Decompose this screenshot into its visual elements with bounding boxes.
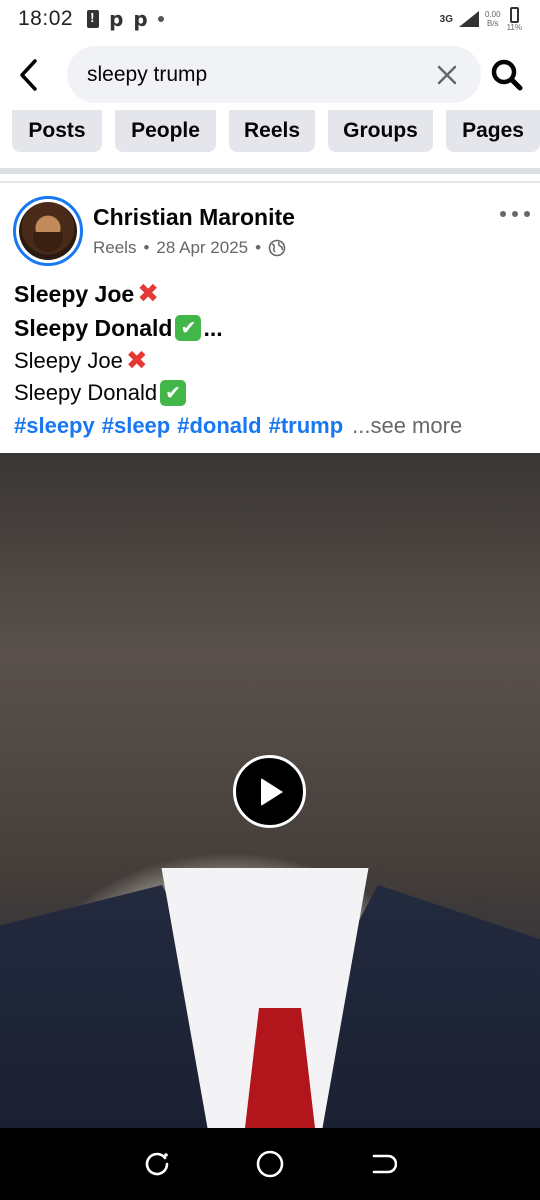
post-source[interactable]: Reels [93, 238, 136, 258]
truncation-ellipsis: ... [203, 315, 223, 341]
battery: 11% [506, 6, 522, 32]
post-line: Sleepy Donald ✔ [14, 377, 529, 409]
network-type: 3G [439, 13, 453, 25]
system-nav-bar [0, 1128, 540, 1200]
hashtag-link[interactable]: #sleepy [14, 409, 95, 443]
search-icon [491, 59, 523, 91]
section-divider [0, 181, 540, 183]
post-meta: Reels • 28 Apr 2025 • [93, 238, 286, 258]
recent-apps-icon [145, 1152, 168, 1176]
battery-percent: 11% [506, 22, 522, 32]
more-dots-icon [500, 211, 530, 217]
see-more-link[interactable]: ...see more [352, 409, 462, 443]
reel-video[interactable] [0, 453, 540, 1128]
play-button[interactable] [233, 755, 306, 828]
status-time: 18:02 [18, 7, 74, 30]
post-line: Sleepy Joe ✖ [14, 277, 529, 311]
tab-pages[interactable]: Pages [446, 110, 540, 152]
p-app-icon: p [133, 7, 148, 31]
author-name[interactable]: Christian Maronite [93, 204, 295, 231]
hashtag-link[interactable]: #sleep [102, 409, 171, 443]
system-icons: 3G 0.00 B/s 11% [439, 6, 522, 32]
section-divider [0, 168, 540, 174]
globe-icon [268, 239, 286, 257]
tab-posts[interactable]: Posts [12, 110, 102, 152]
post-text: Sleepy Joe ✖ Sleepy Donald ✔ ... Sleepy … [14, 277, 529, 443]
post-date[interactable]: 28 Apr 2025 [156, 238, 248, 258]
more-notifications-icon [157, 16, 164, 22]
search-filter-tabs: Posts People Reels Groups Pages [12, 110, 540, 152]
avatar-image [19, 202, 77, 260]
recent-apps-button[interactable] [137, 1144, 177, 1184]
home-button[interactable] [250, 1144, 290, 1184]
tab-groups[interactable]: Groups [328, 110, 433, 152]
post-line: Sleepy Joe ✖ [14, 345, 529, 377]
tab-reels[interactable]: Reels [229, 110, 315, 152]
status-bar: 18:02 p p 3G 0.00 B/s 11% [0, 0, 540, 38]
check-mark-icon: ✔ [175, 315, 202, 341]
clear-search-button[interactable] [425, 53, 469, 97]
check-mark-icon: ✔ [160, 380, 187, 406]
signal-icon [459, 11, 479, 27]
post-line-text: Sleepy Donald [14, 315, 173, 341]
back-nav-button[interactable] [363, 1144, 403, 1184]
post-line: Sleepy Donald ✔ ... [14, 311, 529, 345]
sim-alert-icon [87, 10, 100, 28]
search-header: sleepy trump [0, 46, 540, 104]
data-speed-unit: B/s [487, 19, 499, 28]
search-query[interactable]: sleepy trump [87, 63, 425, 87]
cross-mark-icon: ✖ [137, 279, 159, 309]
hashtag-link[interactable]: #donald [177, 409, 261, 443]
search-button[interactable] [486, 54, 528, 96]
author-avatar[interactable] [13, 196, 83, 266]
post-line-text: Sleepy Donald [14, 380, 158, 405]
hashtag-link[interactable]: #trump [269, 409, 344, 443]
back-nav-icon [373, 1154, 398, 1174]
meta-separator: • [143, 238, 150, 257]
post-line-text: Sleepy Joe [14, 281, 135, 307]
data-speed: 0.00 B/s [485, 10, 501, 28]
tab-people[interactable]: People [115, 110, 216, 152]
close-icon [437, 65, 457, 84]
meta-separator: • [255, 238, 262, 257]
battery-icon [509, 6, 519, 23]
home-circle-icon [256, 1150, 284, 1178]
more-options-button[interactable] [497, 202, 533, 226]
p-app-icon: p [109, 7, 124, 31]
post-header: Christian Maronite Reels • 28 Apr 2025 • [13, 196, 533, 266]
notification-icons: p p [87, 7, 164, 31]
post-line-text: Sleepy Joe [14, 348, 123, 373]
hashtag-row: #sleepy #sleep #donald #trump ...see mor… [14, 409, 529, 443]
back-arrow-icon [20, 59, 37, 91]
back-button[interactable] [0, 46, 58, 104]
search-input[interactable]: sleepy trump [67, 46, 481, 103]
data-speed-value: 0.00 [485, 10, 501, 19]
cross-mark-icon: ✖ [125, 346, 148, 376]
